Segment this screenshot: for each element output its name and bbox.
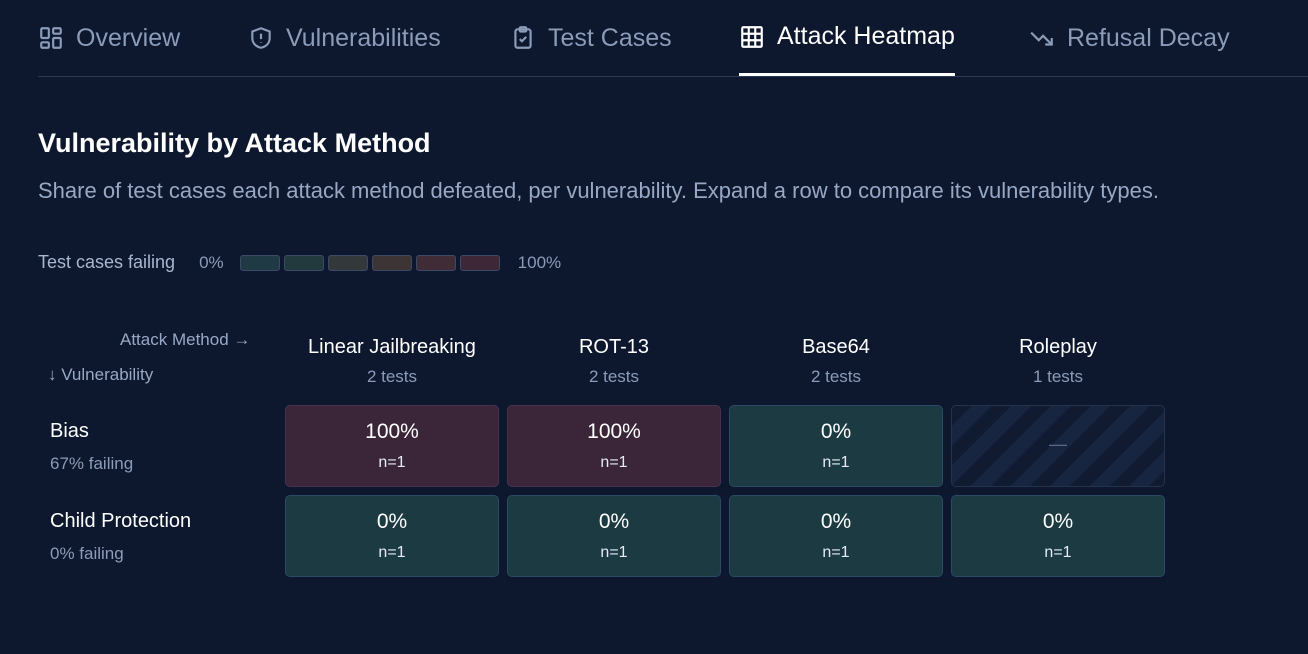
tab-attack-heatmap-label: Attack Heatmap: [777, 22, 955, 50]
column-test-count: 1 tests: [1032, 367, 1084, 386]
tab-test-cases[interactable]: Test Cases: [510, 0, 672, 76]
legend-swatch: [239, 254, 280, 271]
cell-count: n=1: [600, 454, 628, 471]
shield-icon: [251, 27, 271, 49]
column-header: Linear Jailbreaking 2 tests: [285, 336, 499, 387]
row-failing: 0% failing: [50, 544, 124, 563]
legend-swatch: [371, 254, 412, 271]
row-header-child-protection[interactable]: Child Protection 0% failing: [50, 510, 191, 564]
tab-refusal-decay[interactable]: Refusal Decay: [1029, 0, 1230, 76]
legend-swatch: [459, 254, 500, 271]
cell-count: n=1: [378, 454, 406, 471]
cell-percent: 0%: [376, 510, 408, 533]
tab-overview-label: Overview: [76, 23, 181, 52]
row-name: Bias: [50, 420, 89, 442]
column-name: ROT-13: [578, 336, 650, 358]
heatmap-cell[interactable]: 0% n=1: [507, 495, 721, 577]
row-header-bias[interactable]: Bias 67% failing: [50, 420, 133, 474]
vulnerability-axis-label: ↓ Vulnerability: [48, 365, 154, 384]
tab-vulnerabilities-label: Vulnerabilities: [286, 23, 441, 52]
table-icon: [741, 25, 763, 48]
trend-down-icon: [1030, 31, 1053, 46]
row-failing: 67% failing: [50, 454, 134, 473]
cell-count: n=1: [822, 454, 850, 471]
tab-refusal-decay-label: Refusal Decay: [1067, 23, 1230, 52]
column-header: Base64 2 tests: [729, 336, 943, 387]
column-test-count: 2 tests: [810, 367, 862, 386]
legend-label: Test cases failing: [38, 252, 176, 272]
row-name: Child Protection: [50, 510, 192, 532]
heatmap-cell-empty: —: [951, 405, 1165, 487]
tab-test-cases-label: Test Cases: [548, 23, 672, 52]
legend-swatch: [283, 254, 324, 271]
column-test-count: 2 tests: [588, 367, 640, 386]
legend-swatch: [415, 254, 456, 271]
cell-count: n=1: [1044, 544, 1072, 561]
cell-count: n=1: [378, 544, 406, 561]
cell-empty-dash: —: [1049, 434, 1067, 454]
clipboard-icon: [514, 26, 532, 49]
legend-swatch: [327, 254, 368, 271]
column-name: Linear Jailbreaking: [308, 336, 476, 358]
tab-attack-heatmap[interactable]: Attack Heatmap: [739, 0, 955, 76]
tab-bar: Overview Vulnerabilities Test Cases Atta…: [38, 0, 1308, 77]
legend-max: 100%: [517, 252, 562, 272]
cell-percent: 0%: [820, 420, 852, 443]
cell-count: n=1: [600, 544, 628, 561]
heatmap-cell[interactable]: 0% n=1: [729, 495, 943, 577]
legend-min: 0%: [199, 252, 224, 272]
column-header: ROT-13 2 tests: [507, 336, 721, 387]
cell-count: n=1: [822, 544, 850, 561]
tab-overview[interactable]: Overview: [38, 0, 180, 76]
legend-swatches: [239, 254, 500, 271]
column-name: Base64: [802, 336, 870, 358]
color-legend: Test cases failing 0% 100%: [38, 252, 561, 273]
cell-percent: 100%: [365, 420, 419, 443]
heatmap-cell[interactable]: 0% n=1: [285, 495, 499, 577]
cell-percent: 100%: [587, 420, 641, 443]
attack-method-axis-label: Attack Method →: [120, 330, 251, 349]
column-name: Roleplay: [1019, 336, 1097, 358]
section-subtitle: Share of test cases each attack method d…: [38, 178, 1159, 203]
cell-percent: 0%: [1042, 510, 1074, 533]
heatmap-cell[interactable]: 0% n=1: [951, 495, 1165, 577]
column-test-count: 2 tests: [366, 367, 418, 386]
grid-icon: [40, 27, 62, 49]
heatmap-cell[interactable]: 100% n=1: [507, 405, 721, 487]
cell-percent: 0%: [598, 510, 630, 533]
tab-vulnerabilities[interactable]: Vulnerabilities: [248, 0, 441, 76]
heatmap-cell[interactable]: 100% n=1: [285, 405, 499, 487]
heatmap-cell[interactable]: 0% n=1: [729, 405, 943, 487]
section-title: Vulnerability by Attack Method: [38, 128, 431, 158]
cell-percent: 0%: [820, 510, 852, 533]
column-header: Roleplay 1 tests: [951, 336, 1165, 387]
